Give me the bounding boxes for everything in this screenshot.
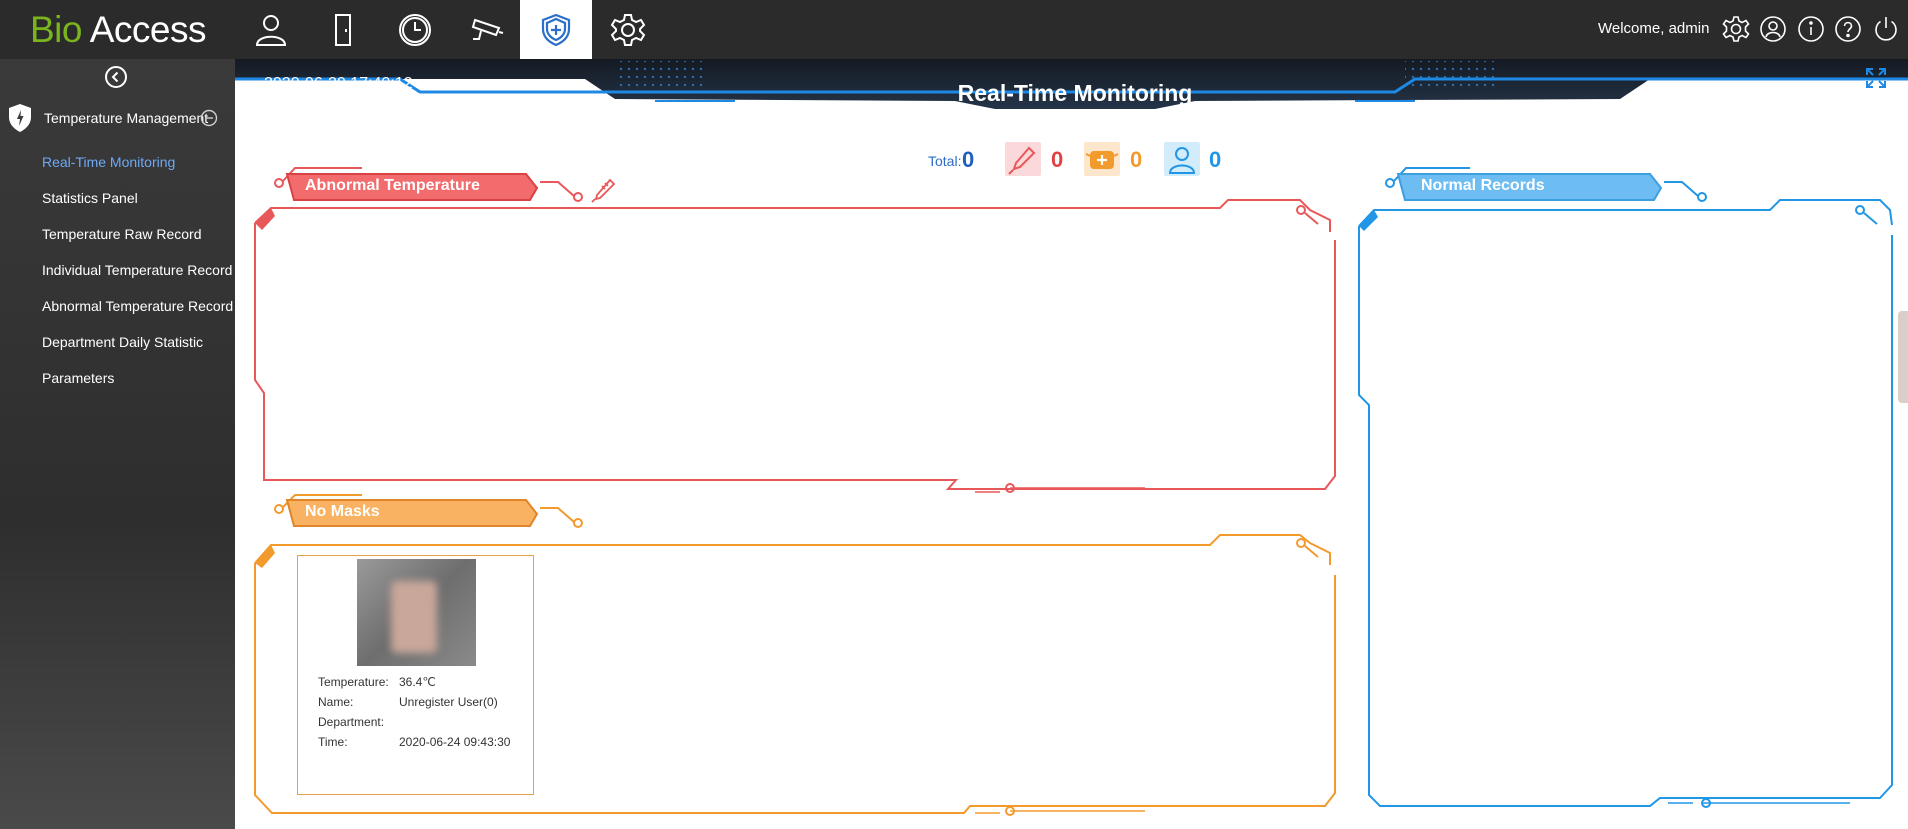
info-icon[interactable] — [1797, 15, 1825, 43]
nav-access[interactable] — [307, 0, 379, 59]
blurred-face — [391, 581, 437, 653]
welcome-text: Welcome, admin — [1598, 20, 1710, 37]
app-logo[interactable]: Bio Access — [30, 8, 207, 52]
sidebar: Temperature Management Real-Time Monitor… — [0, 59, 235, 829]
logo-access: Access — [89, 9, 207, 50]
time-label: Time: — [318, 735, 348, 749]
department-label: Department: — [318, 715, 385, 729]
page-title: Real-Time Monitoring — [957, 80, 1193, 106]
sidebar-item-individual-temperature-record[interactable]: Individual Temperature Record — [42, 262, 232, 278]
abnormal-temperature-icon — [1005, 142, 1041, 176]
power-icon[interactable] — [1872, 15, 1900, 43]
abnormal-temperature-count: 0 — [1051, 147, 1064, 172]
personnel-icon — [255, 14, 287, 46]
sidebar-item-temperature-raw-record[interactable]: Temperature Raw Record — [42, 226, 202, 242]
sidebar-section-temperature[interactable]: Temperature Management — [0, 101, 235, 135]
normal-records-panel-frame — [1358, 167, 1893, 808]
captured-face-photo — [357, 559, 476, 666]
side-panel-tab[interactable] — [1898, 311, 1908, 403]
no-masks-title: No Masks — [305, 503, 380, 520]
nav-temperature[interactable] — [520, 0, 592, 59]
attendance-clock-icon — [399, 13, 431, 46]
visitor-icon — [1164, 142, 1200, 176]
no-mask-icon — [1084, 142, 1120, 176]
no-mask-record-card[interactable]: Temperature: 36.4℃ Name: Unregister User… — [297, 555, 534, 795]
name-value: Unregister User(0) — [399, 695, 498, 709]
temperature-shield-icon — [541, 13, 571, 46]
collapse-sidebar-icon[interactable] — [104, 65, 128, 89]
access-door-icon — [335, 13, 351, 46]
abnormal-temperature-title: Abnormal Temperature — [305, 177, 480, 194]
nav-attendance[interactable] — [379, 0, 451, 59]
top-bar: Bio Access Welcome, admin — [0, 0, 1908, 59]
nav-video[interactable] — [451, 0, 523, 59]
settings-gear-icon[interactable] — [1722, 15, 1750, 43]
visitor-count: 0 — [1209, 147, 1222, 172]
nav-personnel[interactable] — [235, 0, 307, 59]
system-gear-icon — [610, 13, 646, 46]
fullscreen-icon[interactable] — [1864, 66, 1888, 90]
user-account-icon[interactable] — [1759, 15, 1787, 43]
total-label: Total: — [928, 153, 962, 169]
temperature-value: 36.4℃ — [399, 675, 436, 689]
sidebar-item-statistics-panel[interactable]: Statistics Panel — [42, 190, 138, 206]
video-camera-icon — [471, 18, 504, 40]
name-label: Name: — [318, 695, 354, 709]
abnormal-panel-frame — [254, 167, 1336, 493]
help-icon[interactable] — [1834, 15, 1862, 43]
sidebar-item-parameters[interactable]: Parameters — [42, 370, 114, 386]
sidebar-item-department-daily-statistic[interactable]: Department Daily Statistic — [42, 334, 203, 350]
sidebar-section-label: Temperature Management — [44, 110, 209, 126]
temperature-section-icon — [9, 104, 31, 132]
total-count: 0 — [962, 147, 975, 172]
sidebar-item-real-time-monitoring[interactable]: Real-Time Monitoring — [42, 154, 175, 170]
sidebar-item-abnormal-temperature-record[interactable]: Abnormal Temperature Record — [42, 298, 233, 314]
temperature-label: Temperature: — [318, 675, 389, 689]
normal-records-title: Normal Records — [1421, 177, 1545, 194]
collapse-section-icon[interactable] — [200, 109, 218, 127]
abnormal-temperature-panel-icon — [591, 178, 616, 203]
no-mask-count: 0 — [1130, 147, 1143, 172]
current-datetime: 2020-06-29 17:40:12 — [264, 75, 413, 92]
nav-system[interactable] — [592, 0, 664, 59]
logo-bio: Bio — [30, 9, 82, 50]
time-value: 2020-06-24 09:43:30 — [399, 735, 511, 749]
panel-frames — [254, 167, 1893, 816]
